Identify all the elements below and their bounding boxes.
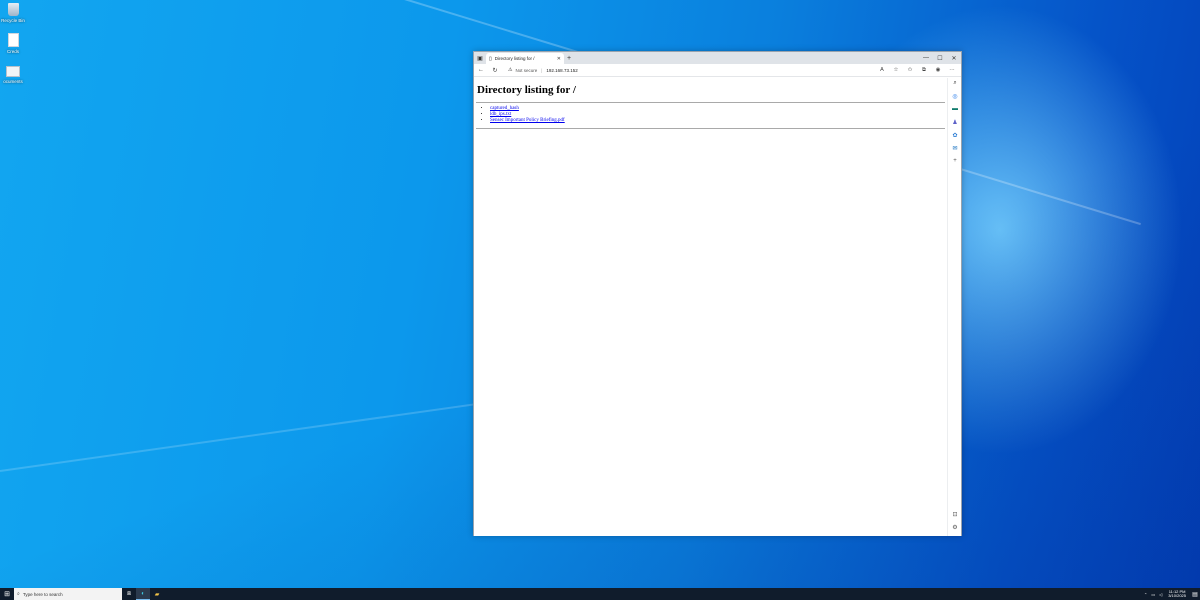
security-label[interactable]: Not secure <box>515 68 537 73</box>
desktop-icon-label: Recycle Bin <box>1 18 25 23</box>
page-title: Directory listing for / <box>477 84 576 96</box>
refresh-button[interactable]: ↻ <box>488 67 502 74</box>
divider <box>476 102 945 103</box>
close-button[interactable]: ✕ <box>947 55 961 62</box>
taskbar-search[interactable]: ⌕ Type here to search <box>14 588 122 600</box>
chevron-up-icon[interactable]: ⌃ <box>1144 592 1147 597</box>
clock-date: 3/10/2025 <box>1168 593 1186 598</box>
file-explorer-button[interactable]: ▰ <box>150 588 164 600</box>
profile-icon[interactable]: ◉ <box>931 67 945 74</box>
volume-icon[interactable]: ◁ <box>1159 592 1162 597</box>
edge-sidebar: ⌕ ◎ ▬ ♟ ✿ ✉ + ⊡ ⚙ <box>947 78 961 536</box>
url-text[interactable]: 192.168.73.152 <box>546 68 577 73</box>
recycle-bin-icon <box>7 3 19 16</box>
divider <box>476 128 945 129</box>
more-icon[interactable]: ··· <box>945 67 959 74</box>
file-link[interactable]: captured_hash <box>490 106 519 111</box>
desktop-icon-recycle-bin[interactable]: Recycle Bin <box>0 3 26 24</box>
read-aloud-icon[interactable]: A <box>875 67 889 74</box>
desktop-icon-creds[interactable]: Creds <box>0 33 26 55</box>
favorite-icon[interactable]: ☆ <box>889 67 903 74</box>
new-tab-button[interactable]: + <box>564 55 574 62</box>
warning-icon: ⚠ <box>508 67 513 73</box>
clock[interactable]: 11:12 PM 3/10/2025 <box>1168 589 1186 599</box>
sidebar-collapse-icon[interactable]: ⊡ <box>950 511 960 521</box>
desktop-icon-label: ocuments <box>3 79 23 84</box>
file-list: captured_hash ldb_ips.txt Sensec Importa… <box>490 106 945 124</box>
address-bar[interactable]: ⚠ Not secure | 192.168.73.152 <box>502 65 875 75</box>
desktop-icon-documents[interactable]: ocuments <box>0 66 26 85</box>
back-button[interactable]: ← <box>474 67 488 73</box>
tab-close-icon[interactable]: ✕ <box>557 56 561 62</box>
page-icon: ▯ <box>489 55 492 62</box>
list-item: Sensec Important Policy Briefing.pdf <box>490 118 945 124</box>
browser-toolbar: ← ↻ ⚠ Not secure | 192.168.73.152 A ☆ ✩ … <box>474 64 961 77</box>
favorites-icon[interactable]: ✩ <box>903 67 917 74</box>
minimize-button[interactable]: — <box>919 55 933 62</box>
browser-window: ▣ ▯ Directory listing for / ✕ + — ☐ ✕ ← … <box>473 51 962 536</box>
taskbar: ⊞ ⌕ Type here to search ⧈ ◐ ▰ ⌃ ▭ ◁ 11:1… <box>0 588 1200 600</box>
system-tray: ⌃ ▭ ◁ 11:12 PM 3/10/2025 ▤ <box>1142 589 1200 599</box>
add-icon[interactable]: + <box>950 158 960 168</box>
maximize-button[interactable]: ☐ <box>933 55 947 62</box>
collections-icon[interactable]: ⧉ <box>917 67 931 74</box>
settings-icon[interactable]: ⚙ <box>950 524 960 534</box>
toolbar-actions: A ☆ ✩ ⧉ ◉ ··· <box>875 67 959 74</box>
search-placeholder: Type here to search <box>22 591 63 597</box>
desktop-icon-label: Creds <box>6 49 19 54</box>
document-icon <box>6 66 20 77</box>
tab-title: Directory listing for / <box>494 56 535 61</box>
tab-bar: ▣ ▯ Directory listing for / ✕ + — ☐ ✕ <box>474 52 961 64</box>
address-separator: | <box>541 67 543 73</box>
tab-directory-listing[interactable]: ▯ Directory listing for / ✕ <box>486 53 564 64</box>
file-link[interactable]: Sensec Important Policy Briefing.pdf <box>490 118 565 123</box>
tab-actions-icon[interactable]: ▣ <box>474 52 486 64</box>
tools-icon[interactable]: ▬ <box>950 106 960 116</box>
task-view-button[interactable]: ⧈ <box>122 588 136 600</box>
file-link[interactable]: ldb_ips.txt <box>490 112 511 117</box>
discover-icon[interactable]: ◎ <box>950 93 960 103</box>
search-icon: ⌕ <box>17 591 20 597</box>
window-controls: — ☐ ✕ <box>919 55 961 62</box>
search-icon[interactable]: ⌕ <box>950 80 960 90</box>
outlook-icon[interactable]: ✉ <box>950 145 960 155</box>
notification-icon[interactable]: ▤ <box>1190 591 1200 598</box>
people-icon[interactable]: ♟ <box>950 119 960 129</box>
page-content: Directory listing for / captured_hash ld… <box>474 78 947 536</box>
start-button[interactable]: ⊞ <box>0 590 14 598</box>
edge-taskbar-button[interactable]: ◐ <box>136 588 150 600</box>
text-file-icon <box>7 33 19 47</box>
network-icon[interactable]: ▭ <box>1151 592 1155 597</box>
office-icon[interactable]: ✿ <box>950 132 960 142</box>
